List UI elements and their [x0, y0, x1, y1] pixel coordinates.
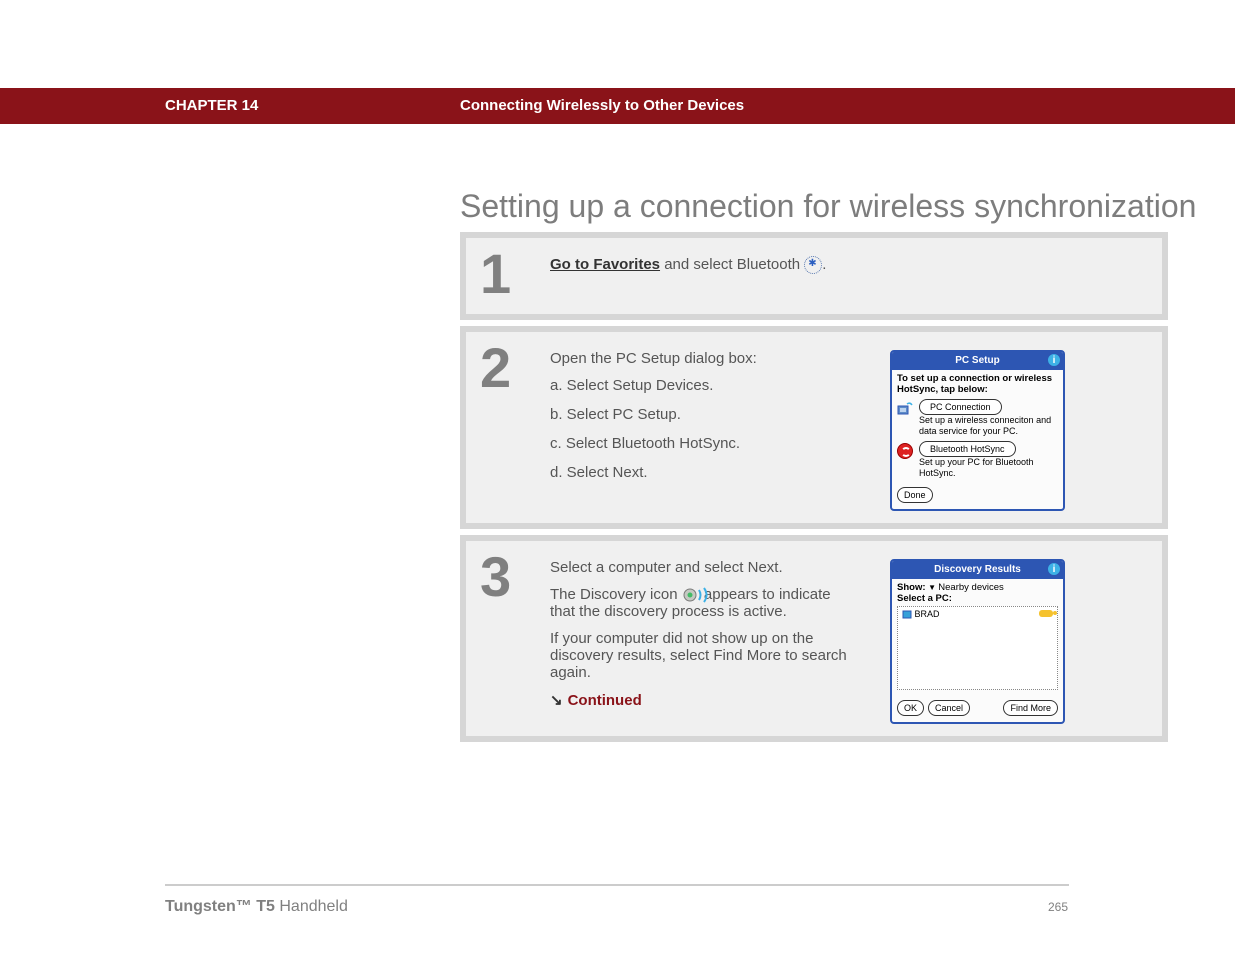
step2-a: a. Select Setup Devices.: [550, 377, 850, 394]
step3-p2a: The Discovery icon: [550, 586, 682, 603]
palm-screen-pc-setup: PC Setup i To set up a connection or wir…: [890, 350, 1065, 511]
step2-b: b. Select PC Setup.: [550, 406, 850, 423]
step-number: 1: [480, 246, 550, 302]
footer-brand: Tungsten™ T5 Handheld: [165, 898, 348, 916]
footer-brand-strong: Tungsten™ T5: [165, 898, 275, 915]
show-row: Show: Nearby devices: [897, 582, 1058, 593]
continued-label: ↘ Continued: [550, 691, 850, 709]
palm-heading: To set up a connection or wireless HotSy…: [897, 373, 1058, 395]
step3-p3: If your computer did not show up on the …: [550, 630, 850, 681]
pc-connection-desc: Set up a wireless conneciton and data se…: [919, 415, 1051, 436]
step1-text: and select Bluetooth: [660, 256, 804, 273]
step3-text: Select a computer and select Next. The D…: [550, 559, 850, 719]
palm-title: Discovery Results i: [892, 561, 1063, 579]
show-dropdown[interactable]: Nearby devices: [928, 582, 1004, 593]
step-3: 3 Select a computer and select Next. The…: [460, 535, 1168, 742]
steps-container: 1 Go to Favorites and select Bluetooth .…: [460, 232, 1168, 748]
discovery-icon: [682, 588, 700, 602]
header-section-title: Connecting Wirelessly to Other Devices: [460, 88, 744, 124]
palm-title-text: PC Setup: [955, 355, 999, 366]
step2-intro: Open the PC Setup dialog box:: [550, 350, 850, 367]
header-bar: CHAPTER 14 Connecting Wirelessly to Othe…: [0, 88, 1235, 124]
palm-screen-discovery: Discovery Results i Show: Nearby devices…: [890, 559, 1065, 724]
key-icon: [1039, 610, 1053, 617]
step1-period: .: [822, 256, 826, 273]
list-item[interactable]: BRAD: [902, 609, 1053, 620]
footer-brand-rest: Handheld: [275, 898, 348, 915]
bluetooth-hotsync-button[interactable]: Bluetooth HotSync: [919, 441, 1016, 457]
select-pc-label: Select a PC:: [897, 593, 1058, 604]
palm-body: To set up a connection or wireless HotSy…: [892, 370, 1063, 509]
done-button[interactable]: Done: [897, 487, 933, 503]
pc-connection-button[interactable]: PC Connection: [919, 399, 1002, 415]
info-icon[interactable]: i: [1047, 562, 1061, 576]
step2-d: d. Select Next.: [550, 464, 850, 481]
page-heading: Setting up a connection for wireless syn…: [460, 188, 1196, 225]
palm-body: Show: Nearby devices Select a PC: BRAD: [892, 579, 1063, 722]
step-2: 2 Open the PC Setup dialog box: a. Selec…: [460, 326, 1168, 529]
bluetooth-hotsync-desc: Set up your PC for Bluetooth HotSync.: [919, 457, 1034, 478]
step-body: Select a computer and select Next. The D…: [550, 553, 1146, 724]
step-1: 1 Go to Favorites and select Bluetooth .: [460, 232, 1168, 320]
favorites-link[interactable]: Go to Favorites: [550, 256, 660, 273]
bluetooth-icon: [804, 256, 822, 274]
pc-list[interactable]: BRAD: [897, 606, 1058, 690]
continued-text: Continued: [568, 692, 642, 709]
step3-p1: Select a computer and select Next.: [550, 559, 850, 576]
continued-arrow-icon: ↘: [550, 691, 563, 709]
header-chapter: CHAPTER 14: [165, 88, 258, 124]
palm-title: PC Setup i: [892, 352, 1063, 370]
step2-text: Open the PC Setup dialog box: a. Select …: [550, 350, 850, 493]
step-number: 2: [480, 340, 550, 396]
list-item-label: BRAD: [915, 609, 940, 619]
ok-button[interactable]: OK: [897, 700, 924, 716]
footer-rule: [165, 884, 1069, 886]
step-body: Open the PC Setup dialog box: a. Select …: [550, 344, 1146, 511]
step-body: Go to Favorites and select Bluetooth .: [550, 250, 1146, 284]
step-number: 3: [480, 549, 550, 605]
hotsync-icon: [897, 441, 915, 462]
footer-page-number: 265: [1048, 900, 1068, 914]
cancel-button[interactable]: Cancel: [928, 700, 970, 716]
palm-title-text: Discovery Results: [934, 564, 1021, 575]
pc-item-icon: [902, 610, 912, 620]
step2-c: c. Select Bluetooth HotSync.: [550, 435, 850, 452]
info-icon[interactable]: i: [1047, 353, 1061, 367]
pc-connection-icon: [897, 399, 915, 420]
find-more-button[interactable]: Find More: [1003, 700, 1058, 716]
show-label: Show:: [897, 582, 926, 593]
